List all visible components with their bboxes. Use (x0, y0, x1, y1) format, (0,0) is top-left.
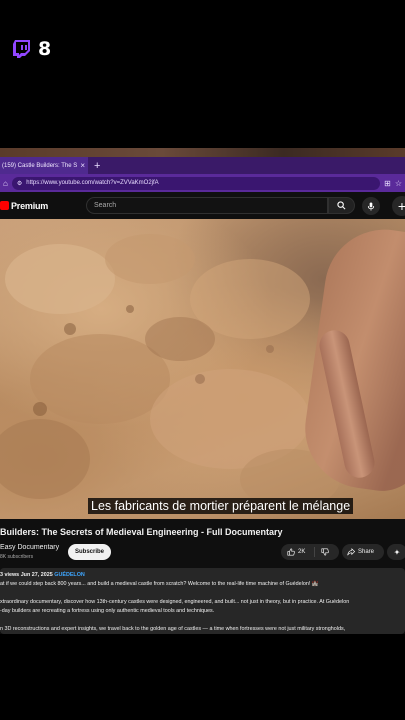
home-icon[interactable]: ⌂ (3, 179, 8, 188)
bookmark-star-icon[interactable]: ☆ (395, 179, 402, 188)
description-line-2: xtraordinary documentary, discover how 1… (0, 599, 350, 605)
channel-row: Easy Documentary 8K subscribers Subscrib… (0, 543, 405, 565)
search-icon (337, 201, 346, 210)
search-button[interactable] (328, 197, 355, 214)
voice-search-button[interactable] (362, 197, 380, 215)
sparkle-icon: ✦ (393, 547, 401, 557)
youtube-premium-label[interactable]: Premium (11, 201, 48, 211)
close-icon[interactable]: × (80, 161, 85, 170)
twitch-overlay: 8 (12, 38, 51, 60)
description-line-4: n 3D reconstructions and expert insights… (0, 626, 346, 632)
dislike-button[interactable] (315, 548, 329, 556)
thumbs-up-icon (287, 548, 295, 556)
description-meta: 3 views Jun 27, 2025 GUÉDELON (0, 571, 405, 580)
upload-date: Jun 27, 2025 (20, 572, 53, 578)
address-bar: ⌂ ⚙ https://www.youtube.com/watch?v=ZVVa… (0, 174, 405, 192)
new-tab-button[interactable]: + (94, 160, 100, 172)
view-count: 3 views (0, 572, 20, 578)
url-field[interactable]: ⚙ https://www.youtube.com/watch?v=ZVVaKm… (11, 176, 381, 190)
viewer-count: 8 (38, 38, 52, 60)
video-player[interactable]: Les fabricants de mortier préparent le m… (0, 219, 405, 519)
like-dislike-group: 2K (281, 544, 339, 560)
tab-title: (159) Castle Builders: The S (2, 162, 78, 169)
description-line-3: -day builders are recreating a fortress … (0, 608, 215, 614)
video-title: Builders: The Secrets of Medieval Engine… (0, 527, 283, 537)
twitch-icon (13, 40, 30, 58)
extensions-icon[interactable]: ⊞ (384, 179, 391, 188)
window-edge (0, 148, 405, 157)
share-icon (347, 548, 355, 556)
tab-youtube[interactable]: (159) Castle Builders: The S × (0, 157, 88, 174)
search-placeholder: Search (94, 202, 117, 209)
description-spacer (0, 589, 405, 598)
site-info-icon[interactable]: ⚙ (17, 180, 22, 187)
hashtag-link[interactable]: GUÉDELON (54, 572, 85, 578)
more-actions-button[interactable]: ✦ (387, 544, 405, 560)
search-input[interactable]: Search (86, 197, 328, 214)
youtube-logo-icon[interactable] (0, 201, 9, 210)
thumbs-down-icon (321, 548, 329, 556)
youtube-header: Premium Search + (0, 192, 405, 219)
microphone-icon (367, 201, 375, 211)
subscriber-count: 8K subscribers (0, 554, 34, 560)
tab-bar: (159) Castle Builders: The S × + (0, 157, 405, 174)
video-subtitle: Les fabricants de mortier préparent le m… (88, 498, 354, 514)
create-button[interactable]: + (392, 196, 405, 216)
description-box[interactable]: 3 views Jun 27, 2025 GUÉDELON at if we c… (0, 568, 405, 634)
channel-name[interactable]: Easy Documentary (0, 544, 59, 551)
description-line-1: at if we could step back 800 years... an… (0, 581, 319, 587)
description-spacer-2 (0, 616, 405, 625)
like-count: 2K (298, 549, 306, 555)
like-button[interactable]: 2K (281, 547, 315, 557)
share-button[interactable]: Share (342, 544, 384, 560)
browser-window: (159) Castle Builders: The S × + ⌂ ⚙ htt… (0, 148, 405, 634)
share-label: Share (358, 549, 375, 555)
subscribe-button[interactable]: Subscribe (68, 544, 111, 560)
url-text: https://www.youtube.com/watch?v=ZVVaKmO2… (26, 180, 159, 186)
